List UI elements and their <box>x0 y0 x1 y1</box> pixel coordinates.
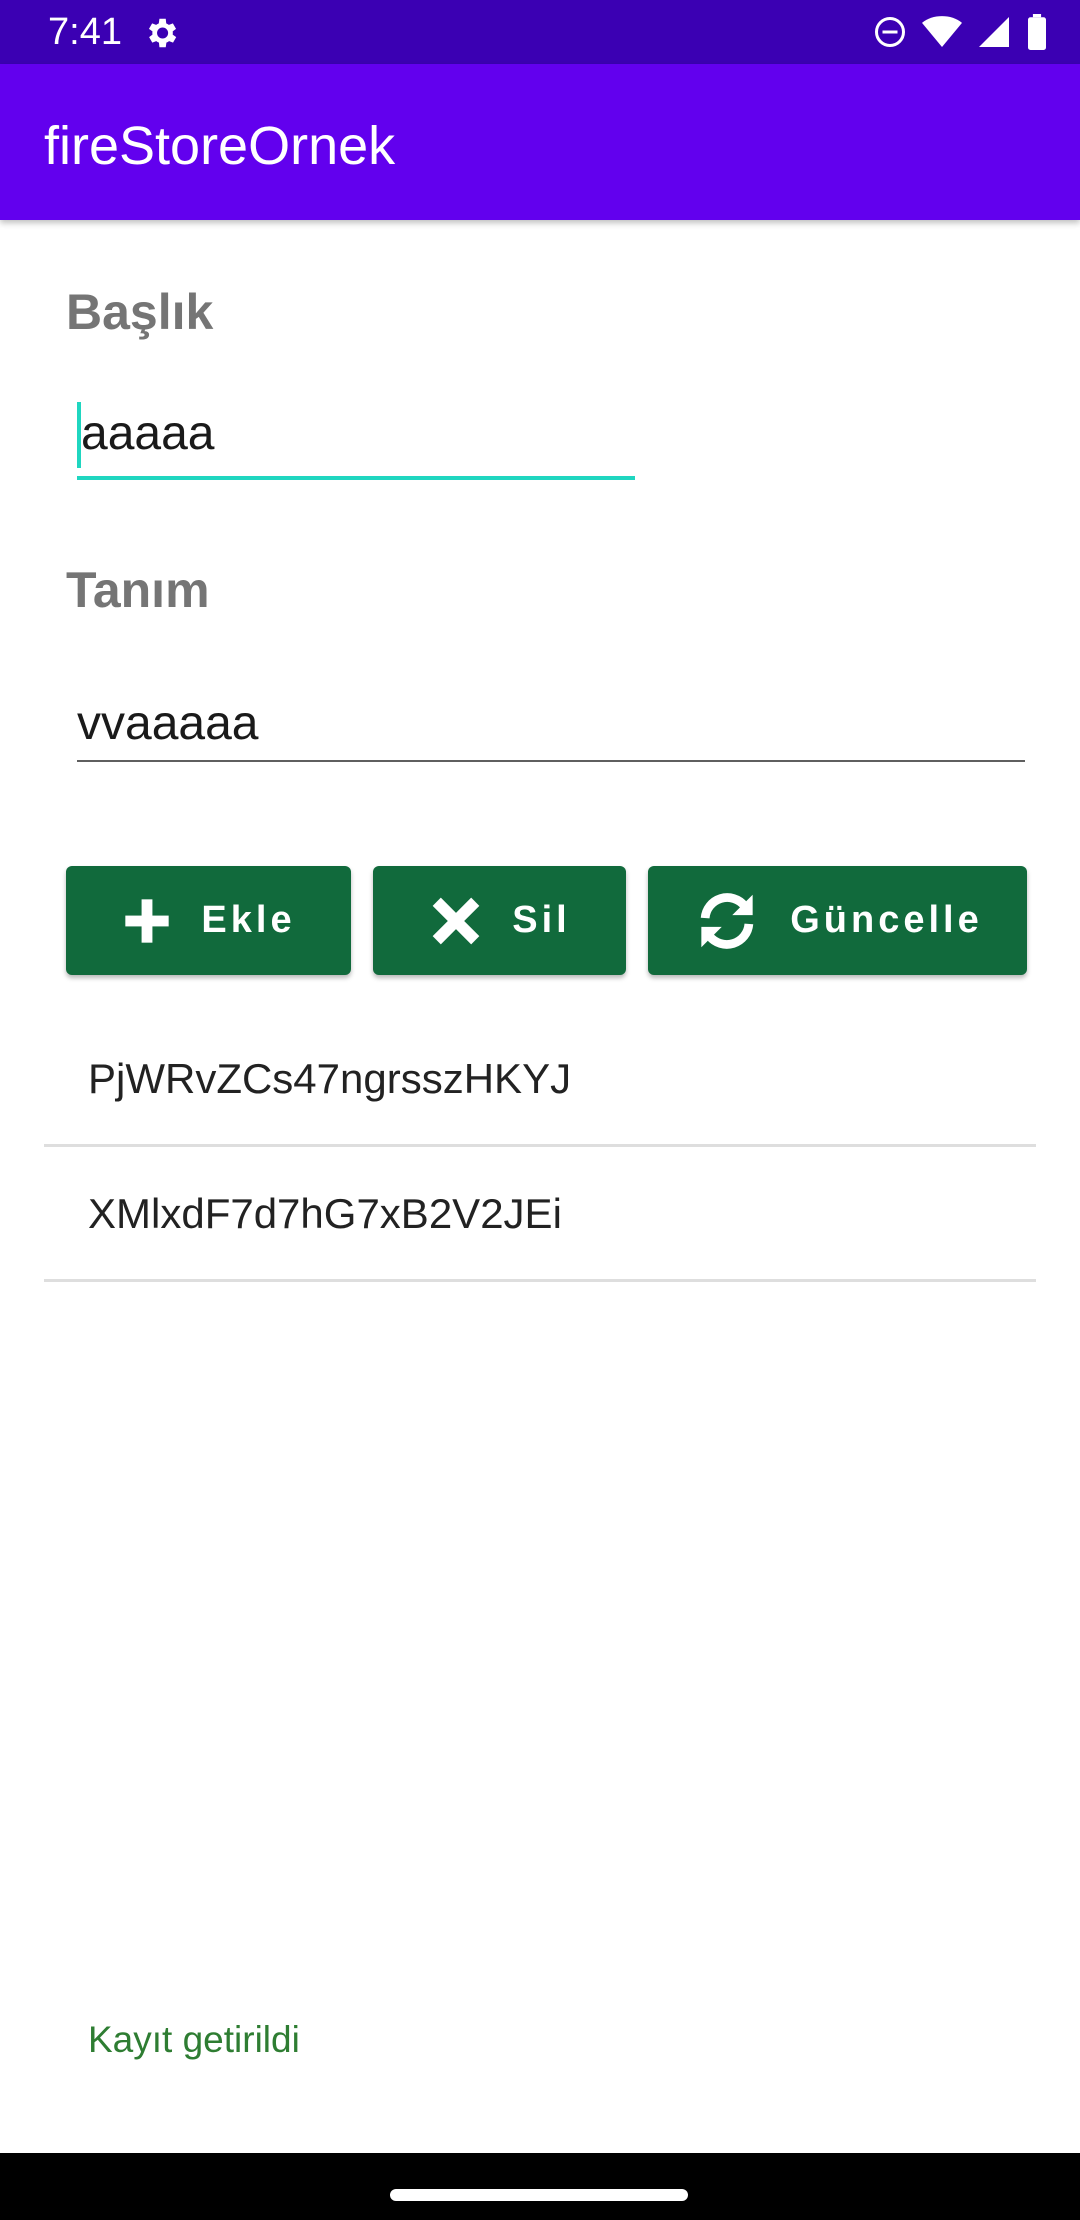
app-screen: 7:41 fireStoreOrnek Başlık aaaaa Tanım v… <box>0 0 1080 2220</box>
refresh-icon <box>692 886 762 956</box>
close-icon <box>428 893 484 949</box>
description-input[interactable] <box>77 694 1017 754</box>
add-button-label: Ekle <box>201 899 296 941</box>
list-item-text: PjWRvZCs47ngrsszHKYJ <box>88 1055 572 1102</box>
update-button[interactable]: Güncelle <box>648 866 1027 975</box>
settings-icon <box>142 14 180 52</box>
signal-icon <box>976 14 1012 50</box>
description-field-container <box>77 690 1025 762</box>
do-not-disturb-icon <box>872 14 908 50</box>
update-button-label: Güncelle <box>790 899 983 941</box>
add-button[interactable]: Ekle <box>66 866 351 975</box>
title-input[interactable] <box>81 404 621 464</box>
list-item[interactable]: PjWRvZCs47ngrsszHKYJ <box>44 1012 1036 1147</box>
status-icons <box>872 12 1048 52</box>
navigation-bar <box>0 2153 1080 2220</box>
description-label: Tanım <box>66 562 210 618</box>
home-handle[interactable] <box>390 2189 688 2201</box>
list-item-text: XMlxdF7d7hG7xB2V2JEi <box>88 1190 562 1237</box>
title-label: Başlık <box>66 284 214 340</box>
app-bar: fireStoreOrnek <box>0 64 1080 220</box>
delete-button-label: Sil <box>512 899 571 941</box>
title-field-container <box>77 400 635 480</box>
record-list: PjWRvZCs47ngrsszHKYJ XMlxdF7d7hG7xB2V2JE… <box>44 1012 1036 1282</box>
status-bar: 7:41 <box>0 0 1080 64</box>
plus-icon <box>121 895 173 947</box>
status-message: Kayıt getirildi <box>88 2019 300 2060</box>
delete-button[interactable]: Sil <box>373 866 626 975</box>
app-title: fireStoreOrnek <box>44 116 396 176</box>
wifi-icon <box>922 14 962 50</box>
battery-icon <box>1026 14 1048 50</box>
status-time: 7:41 <box>48 11 122 53</box>
list-item[interactable]: XMlxdF7d7hG7xB2V2JEi <box>44 1147 1036 1282</box>
